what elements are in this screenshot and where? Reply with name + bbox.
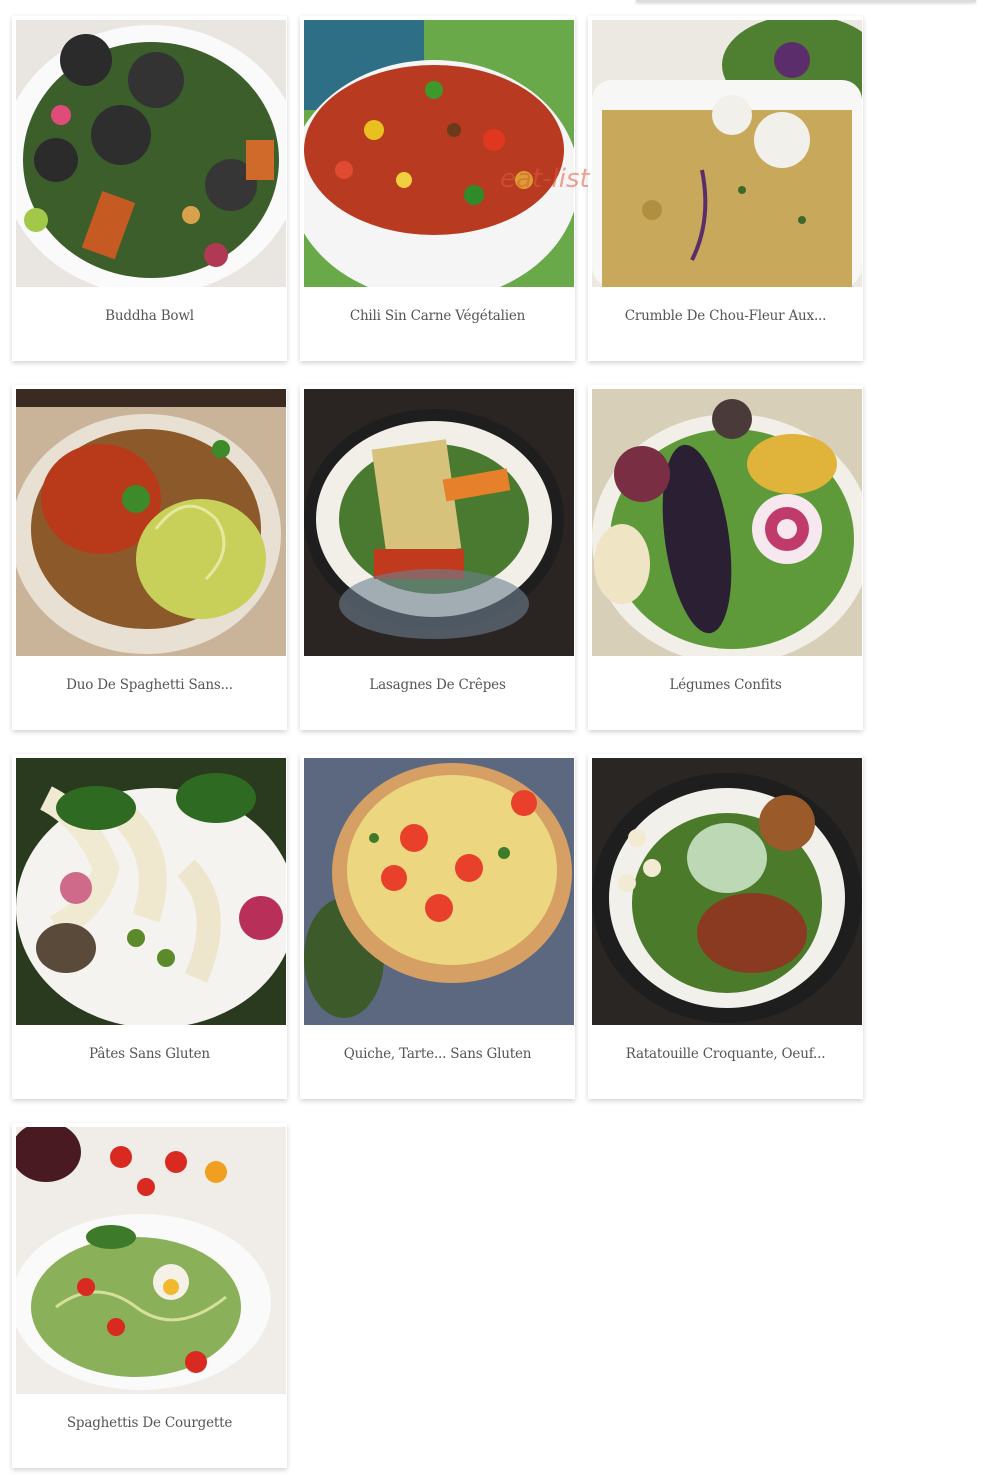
recipe-title[interactable]: Lasagnes De Crêpes	[300, 677, 575, 693]
recipe-title[interactable]: Crumble De Chou-Fleur Aux...	[588, 308, 863, 324]
recipe-title[interactable]: Duo De Spaghetti Sans...	[12, 677, 287, 693]
spaghetti-duo-photo	[16, 389, 286, 656]
recipe-card-buddha-bowl[interactable]: Buddha Bowl	[12, 16, 287, 361]
recipe-card-crumble-chou-fleur[interactable]: Crumble De Chou-Fleur Aux...	[588, 16, 863, 361]
recipe-title[interactable]: Légumes Confits	[588, 677, 863, 693]
recipe-title[interactable]: Chili Sin Carne Végétalien	[300, 308, 575, 324]
recipe-card-pates-sans-gluten[interactable]: Pâtes Sans Gluten	[12, 754, 287, 1099]
legumes-photo	[592, 389, 862, 656]
recipe-title[interactable]: Ratatouille Croquante, Oeuf...	[588, 1046, 863, 1062]
lasagnes-photo	[304, 389, 574, 656]
recipe-card-quiche-tarte[interactable]: Quiche, Tarte... Sans Gluten	[300, 754, 575, 1099]
recipe-title[interactable]: Buddha Bowl	[12, 308, 287, 324]
recipe-title[interactable]: Pâtes Sans Gluten	[12, 1046, 287, 1062]
recipe-title[interactable]: Spaghettis De Courgette	[12, 1415, 287, 1431]
chili-photo	[304, 20, 574, 287]
recipe-card-duo-spaghetti[interactable]: Duo De Spaghetti Sans...	[12, 385, 287, 730]
pates-photo	[16, 758, 286, 1025]
top-search-bar-fragment	[636, 0, 976, 2]
quiche-photo	[304, 758, 574, 1025]
recipe-card-spaghettis-courgette[interactable]: Spaghettis De Courgette	[12, 1123, 287, 1468]
recipe-card-legumes-confits[interactable]: Légumes Confits	[588, 385, 863, 730]
recipe-grid: Buddha Bowl Chili Sin Carne Végétalien C…	[12, 16, 872, 1468]
recipe-card-ratatouille[interactable]: Ratatouille Croquante, Oeuf...	[588, 754, 863, 1099]
buddha-bowl-photo	[16, 20, 286, 287]
recipe-title[interactable]: Quiche, Tarte... Sans Gluten	[300, 1046, 575, 1062]
recipe-card-chili-sin-carne[interactable]: Chili Sin Carne Végétalien	[300, 16, 575, 361]
crumble-photo	[592, 20, 862, 287]
ratatouille-photo	[592, 758, 862, 1025]
courgette-photo	[16, 1127, 286, 1394]
recipe-card-lasagnes-crepes[interactable]: Lasagnes De Crêpes	[300, 385, 575, 730]
